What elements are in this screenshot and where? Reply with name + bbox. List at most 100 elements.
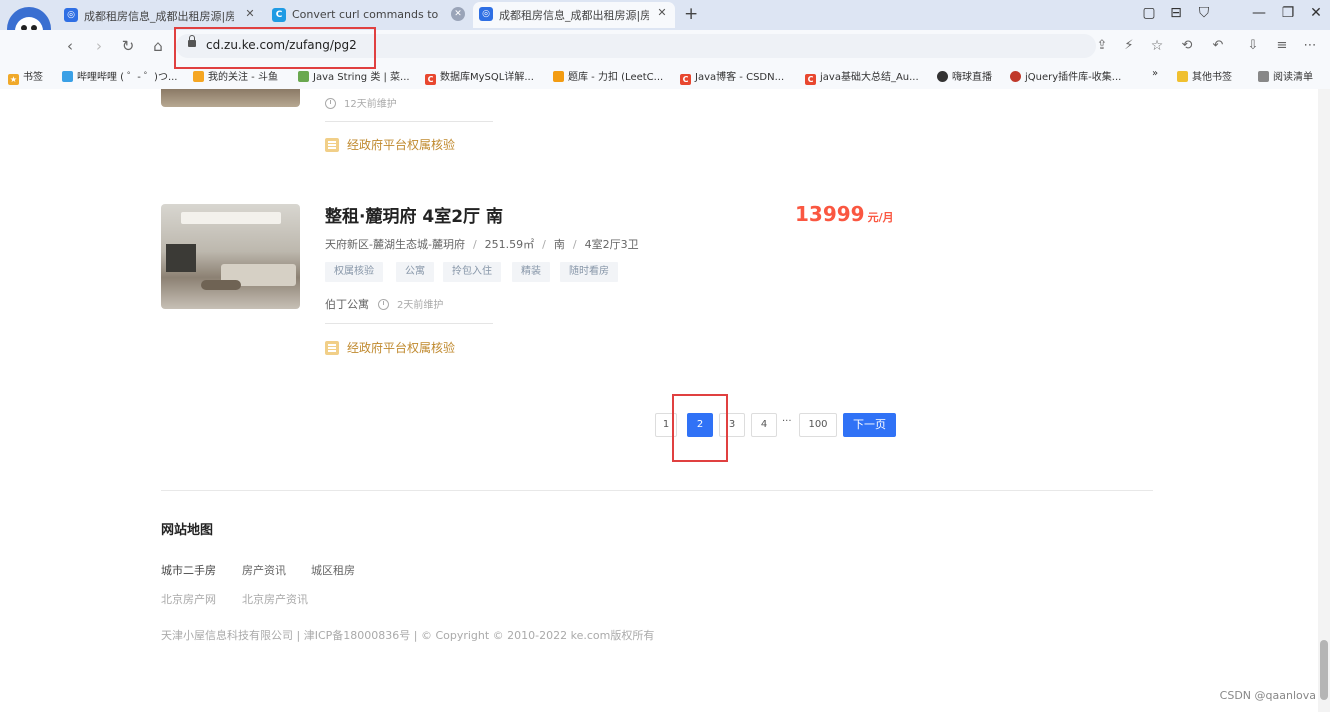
workspaces-icon[interactable]: ⊟ xyxy=(1166,5,1186,21)
close-tab-icon[interactable]: ✕ xyxy=(243,7,257,21)
shield-icon[interactable]: ⛉ xyxy=(1194,5,1214,21)
page-highlight-box xyxy=(672,394,728,462)
reading-list-icon[interactable]: ≡ xyxy=(1272,36,1292,56)
clock-icon xyxy=(325,98,336,109)
divider xyxy=(325,323,493,324)
restore-icon[interactable]: ❐ xyxy=(1278,5,1298,21)
scrollbar-thumb[interactable] xyxy=(1320,640,1328,700)
csdn-icon: C xyxy=(680,74,691,85)
jquery-icon xyxy=(1010,71,1021,82)
bookmark-item[interactable]: 哔哩哔哩 ( ゜- ゜)つ... xyxy=(62,68,177,83)
certificate-icon xyxy=(325,341,339,355)
page-button-4[interactable]: 4 xyxy=(751,413,777,437)
tab-3-active[interactable]: ◎ 成都租房信息_成都出租房源|房屋... ✕ xyxy=(473,2,675,28)
footer-link[interactable]: 北京房产网 xyxy=(161,591,216,607)
reading-list-icon xyxy=(1258,71,1269,82)
bookmark-folder[interactable]: 其他书签 xyxy=(1177,68,1232,83)
tab-title: 成都租房信息_成都出租房源|房屋... xyxy=(499,9,649,22)
separator: / xyxy=(572,238,577,251)
favicon-icon: C xyxy=(272,8,286,22)
scrollbar-track[interactable] xyxy=(1318,89,1330,712)
minimize-icon[interactable]: — xyxy=(1249,5,1269,21)
extensions-icon[interactable]: ⟲ xyxy=(1177,36,1197,56)
runoob-icon xyxy=(298,71,309,82)
next-page-button[interactable]: 下一页 xyxy=(843,413,896,437)
new-tab-button[interactable]: + xyxy=(684,4,698,24)
pagination-ellipsis: ··· xyxy=(782,416,792,427)
tab-title: Convert curl commands to code xyxy=(292,8,442,21)
listing-orientation: 南 xyxy=(553,238,565,251)
clock-icon xyxy=(378,299,389,310)
page-button-last[interactable]: 100 xyxy=(799,413,837,437)
douyu-icon xyxy=(193,71,204,82)
close-tab-icon[interactable]: ✕ xyxy=(655,6,669,20)
previous-listing-image[interactable] xyxy=(161,89,300,107)
url-highlight-box xyxy=(174,27,376,69)
sitemap-title: 网站地图 xyxy=(161,523,214,538)
listing-price: 13999 元/月 xyxy=(795,202,894,226)
listing-tag: 拎包入住 xyxy=(443,262,501,282)
bookmark-item[interactable]: C Java博客 - CSDN... xyxy=(680,68,784,85)
refresh-icon[interactable]: ↻ xyxy=(118,36,138,56)
bookmark-item[interactable]: Cjava基础大总结_Au... xyxy=(805,68,919,85)
bookmark-item[interactable]: 我的关注 - 斗鱼 xyxy=(193,68,278,83)
bookmark-item[interactable]: jQuery插件库-收集... xyxy=(1010,68,1121,83)
tab-actions-icon[interactable]: ▢ xyxy=(1139,5,1159,21)
footer-link[interactable]: 房产资讯 xyxy=(242,562,286,578)
footer-link[interactable]: 城区租房 xyxy=(311,562,355,578)
listing-brand[interactable]: 伯丁公寓 xyxy=(325,298,369,311)
forward-icon[interactable]: › xyxy=(89,36,109,56)
bookmarks-overflow-button[interactable]: » xyxy=(1152,68,1158,79)
footer-divider xyxy=(161,490,1153,491)
close-tab-icon[interactable]: ✕ xyxy=(451,7,465,21)
listing-title[interactable]: 整租·麓玥府 4室2厅 南 xyxy=(325,202,503,227)
close-window-icon[interactable]: ✕ xyxy=(1306,5,1326,21)
separator: / xyxy=(542,238,546,251)
favicon-icon: ◎ xyxy=(479,7,493,21)
listing-tag: 精装 xyxy=(512,262,550,282)
bookmark-item[interactable]: 嗨球直播 xyxy=(937,68,992,83)
listing-tag: 权属核验 xyxy=(325,262,383,282)
bookmark-item[interactable]: ★ 书签 xyxy=(8,68,43,85)
undo-icon[interactable]: ↶ xyxy=(1208,36,1228,56)
csdn-icon: C xyxy=(425,74,436,85)
listing-tag: 随时看房 xyxy=(560,262,618,282)
back-icon[interactable]: ‹ xyxy=(60,36,80,56)
folder-icon xyxy=(1177,71,1188,82)
more-menu-icon[interactable]: ⋯ xyxy=(1300,36,1320,56)
listing-layout: 4室2厅3卫 xyxy=(584,238,639,251)
tab-title: 成都租房信息_成都出租房源|房屋... xyxy=(84,10,234,23)
listing-image[interactable] xyxy=(161,204,300,309)
divider xyxy=(325,121,493,122)
browser-chrome: ◎ 成都租房信息_成都出租房源|房屋... ✕ C Convert curl c… xyxy=(0,0,1330,89)
tab-2[interactable]: C Convert curl commands to code ✕ xyxy=(266,3,471,27)
footer-link[interactable]: 北京房产资讯 xyxy=(242,591,308,607)
home-icon[interactable]: ⌂ xyxy=(148,36,168,56)
listing-area: 251.59㎡ xyxy=(484,238,535,251)
tab-1[interactable]: ◎ 成都租房信息_成都出租房源|房屋... ✕ xyxy=(58,3,263,27)
previous-listing-verify: 经政府平台权属核验 xyxy=(325,136,455,153)
star-icon: ★ xyxy=(8,74,19,85)
listing-maintained: 2天前维护 xyxy=(397,300,444,311)
listing-brand-row: 伯丁公寓 2天前维护 xyxy=(325,296,443,312)
listing-description: 天府新区-麓湖生态城-麓玥府 / 251.59㎡ / 南 / 4室2厅3卫 xyxy=(325,236,639,252)
download-icon[interactable]: ⇩ xyxy=(1243,36,1263,56)
separator: / xyxy=(472,238,477,251)
price-value: 13999 xyxy=(795,202,865,226)
listing-tag: 公寓 xyxy=(396,262,434,282)
favorite-star-icon[interactable]: ☆ xyxy=(1147,36,1167,56)
footer-link[interactable]: 城市二手房 xyxy=(161,562,216,578)
bookmark-item[interactable]: C 数据库MySQL详解... xyxy=(425,68,534,85)
reading-list-button[interactable]: 阅读清单 xyxy=(1258,68,1313,83)
certificate-icon xyxy=(325,138,339,152)
leetcode-icon xyxy=(553,71,564,82)
listing-location[interactable]: 天府新区-麓湖生态城-麓玥府 xyxy=(325,238,465,251)
favicon-icon: ◎ xyxy=(64,8,78,22)
copyright-text: 天津小屋信息科技有限公司 | 津ICP备18000836号 | © Copyri… xyxy=(161,629,655,642)
previous-listing-maintained: 12天前维护 xyxy=(325,95,397,110)
lightning-icon[interactable]: ⚡ xyxy=(1119,36,1139,56)
bookmark-item[interactable]: 题库 - 力扣 (LeetC... xyxy=(553,68,663,83)
bookmark-item[interactable]: Java String 类 | 菜... xyxy=(298,68,410,83)
sports-live-icon xyxy=(937,71,948,82)
share-icon[interactable]: ⇪ xyxy=(1092,36,1112,56)
